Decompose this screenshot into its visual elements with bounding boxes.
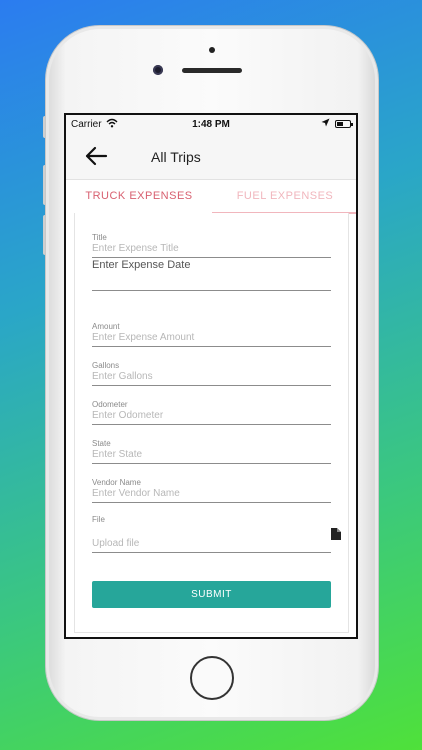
submit-button[interactable]: SUBMIT <box>92 581 331 608</box>
status-time: 1:48 PM <box>192 119 230 130</box>
title-label: Title <box>92 233 107 242</box>
page-title: All Trips <box>151 149 201 165</box>
vendor-field-group: Vendor Name Enter Vendor Name <box>92 478 331 503</box>
file-field-group: File Upload file <box>92 515 341 553</box>
battery-icon <box>335 120 353 128</box>
amount-field-group: Amount Enter Expense Amount <box>92 322 331 347</box>
vendor-input[interactable]: Enter Vendor Name <box>92 488 331 503</box>
app-screen: Carrier 1:48 PM All Trips TRUCK EXPENSES… <box>64 113 358 639</box>
tab-fuel-expenses[interactable]: FUEL EXPENSES <box>212 180 356 214</box>
status-bar: Carrier 1:48 PM <box>66 115 356 134</box>
file-icon[interactable] <box>331 527 341 540</box>
front-sensor <box>209 47 215 53</box>
gallons-field-group: Gallons Enter Gallons <box>92 361 331 386</box>
gallons-input[interactable]: Enter Gallons <box>92 371 331 386</box>
gallons-label: Gallons <box>92 361 120 370</box>
home-button[interactable] <box>190 656 234 700</box>
odometer-field-group: Odometer Enter Odometer <box>92 400 331 425</box>
odometer-input[interactable]: Enter Odometer <box>92 410 331 425</box>
app-bar: All Trips <box>66 134 356 180</box>
date-placeholder: Enter Expense Date <box>92 259 191 271</box>
state-input[interactable]: Enter State <box>92 449 331 464</box>
expense-tabs: TRUCK EXPENSES FUEL EXPENSES <box>66 180 356 214</box>
tab-truck-expenses[interactable]: TRUCK EXPENSES <box>66 180 212 214</box>
state-field-group: State Enter State <box>92 439 331 464</box>
state-label: State <box>92 439 111 448</box>
location-arrow-icon <box>321 118 330 130</box>
file-label: File <box>92 515 105 524</box>
odometer-label: Odometer <box>92 400 128 409</box>
vendor-label: Vendor Name <box>92 478 141 487</box>
expense-form: Title Enter Expense Title Enter Expense … <box>74 213 349 633</box>
amount-input[interactable]: Enter Expense Amount <box>92 332 331 347</box>
file-upload-input[interactable]: Upload file <box>92 538 331 553</box>
back-arrow-icon[interactable] <box>84 146 108 166</box>
date-input[interactable]: Enter Expense Date <box>92 255 331 291</box>
amount-label: Amount <box>92 322 120 331</box>
front-camera <box>153 65 163 75</box>
earpiece-speaker <box>182 68 242 73</box>
